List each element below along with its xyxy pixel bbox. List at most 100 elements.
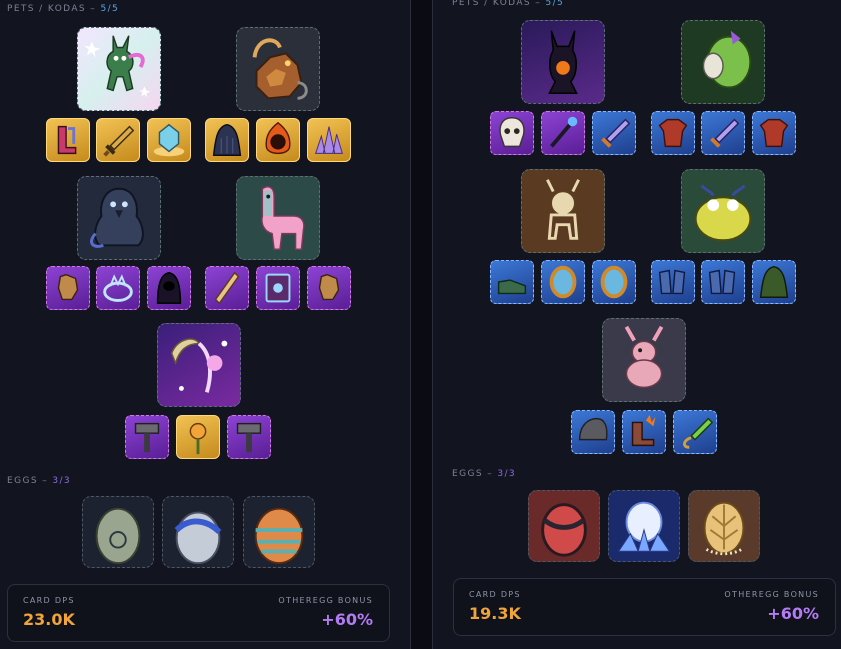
banded-egg-icon <box>254 507 304 565</box>
pet-green-pod-icon <box>702 30 752 89</box>
pet-rock-golem-icon <box>252 38 308 100</box>
item-war-hammers[interactable] <box>125 415 169 459</box>
item-staff[interactable] <box>541 111 585 155</box>
item-fire-boots[interactable] <box>622 410 666 454</box>
item-blue-gauntlets[interactable] <box>651 260 695 304</box>
pets-count: 5/5 <box>545 0 565 8</box>
pet-dark-crow-icon <box>90 187 144 248</box>
otheregg-bonus-label: OTHEREGG BONUS <box>724 590 819 599</box>
item-fire-mask[interactable] <box>256 118 300 162</box>
pet-cosmic-scythe-icon <box>170 338 228 393</box>
item-spellbook[interactable] <box>256 266 300 310</box>
item-mirror-2[interactable] <box>592 260 636 304</box>
pet-dark-crow[interactable] <box>77 176 161 260</box>
item-green-boots[interactable] <box>490 260 534 304</box>
cloak-icon <box>212 123 242 156</box>
egg-orange-banded[interactable] <box>243 496 315 568</box>
panel-divider <box>410 0 433 649</box>
egg-blue-dragon[interactable] <box>162 496 234 568</box>
eggs-label-text: EGGS – <box>452 469 494 479</box>
skull-icon <box>499 117 525 148</box>
ice-egg-icon <box>617 501 671 553</box>
eggs-count: 3/3 <box>497 469 517 479</box>
item-frost-crown[interactable] <box>96 266 140 310</box>
pet-green-koda[interactable] <box>77 27 161 111</box>
hammer-icon <box>134 422 160 453</box>
eggs-count: 3/3 <box>52 476 72 486</box>
item-blue-sword[interactable] <box>592 111 636 155</box>
dragon-egg-icon <box>174 511 222 565</box>
item-blue-sword-2[interactable] <box>701 111 745 155</box>
item-red-armor[interactable] <box>651 111 695 155</box>
armor-icon <box>658 118 688 148</box>
item-flute[interactable] <box>205 266 249 310</box>
pet-skeleton-deer[interactable] <box>521 169 605 253</box>
item-golden-rose[interactable] <box>176 415 220 459</box>
item-crystal-shield[interactable] <box>147 118 191 162</box>
pet-rock-golem[interactable] <box>236 27 320 111</box>
item-amethyst-crystals[interactable] <box>307 118 351 162</box>
pet-pink-deer-icon <box>624 325 664 389</box>
frost-crown-icon <box>103 274 133 302</box>
fire-mask-icon <box>265 121 291 155</box>
gauntlets-icon <box>658 269 686 295</box>
item-green-blade[interactable] <box>673 410 717 454</box>
red-egg-icon <box>541 503 587 557</box>
otheregg-bonus-value: +60% <box>767 604 819 623</box>
pet-green-pod[interactable] <box>681 20 765 104</box>
eggs-section-label: EGGS – 3/3 <box>7 476 71 486</box>
egg-golden-leaf[interactable] <box>688 490 760 562</box>
mirror-icon <box>549 265 577 299</box>
item-skull-mask[interactable] <box>490 111 534 155</box>
item-shadow-hood[interactable] <box>147 266 191 310</box>
card-dps-label: CARD DPS <box>469 590 521 599</box>
boots-icon <box>631 414 656 447</box>
item-mirror[interactable] <box>541 260 585 304</box>
rose-icon <box>189 422 207 455</box>
item-gauntlet[interactable] <box>46 266 90 310</box>
pet-skeleton-deer-icon <box>546 179 580 240</box>
staff-icon <box>550 116 578 148</box>
right-team-panel: PETS / KODAS – 5/5 EGGS – 3/3 CARD DPS 1… <box>432 0 841 649</box>
pet-yellow-frog-icon <box>694 184 752 242</box>
left-stats-panel: CARD DPS 23.0K OTHEREGG BONUS +60% <box>7 584 390 642</box>
item-green-cloak[interactable] <box>752 260 796 304</box>
item-gauntlet-2[interactable] <box>307 266 351 310</box>
shadow-hood-icon <box>156 271 182 304</box>
spellbook-icon <box>265 273 291 303</box>
crystals-icon <box>314 126 344 154</box>
pet-cosmic-scythe[interactable] <box>157 323 241 407</box>
item-sword[interactable] <box>96 118 140 162</box>
eggs-section-label: EGGS – 3/3 <box>452 469 516 479</box>
item-boots[interactable] <box>46 118 90 162</box>
cloak-icon <box>759 265 789 298</box>
item-blue-gauntlets-2[interactable] <box>701 260 745 304</box>
sword-icon <box>103 125 135 157</box>
boots-icon <box>497 279 527 295</box>
pet-pink-llama-icon <box>261 186 305 250</box>
pet-yellow-frog[interactable] <box>681 169 765 253</box>
card-dps-value: 23.0K <box>23 610 75 629</box>
gauntlet-icon <box>318 273 340 301</box>
pet-dark-anubis[interactable] <box>521 20 605 104</box>
item-dark-cloak[interactable] <box>205 118 249 162</box>
pet-pink-deer[interactable] <box>602 318 686 402</box>
card-dps-label: CARD DPS <box>23 596 75 605</box>
eggs-label-text: EGGS – <box>7 476 49 486</box>
sword-icon <box>601 118 631 148</box>
pet-pink-llama[interactable] <box>236 176 320 260</box>
egg-dark-red[interactable] <box>528 490 600 562</box>
item-war-hammers-2[interactable] <box>227 415 271 459</box>
left-team-panel: PETS / KODAS – 5/5 EGGS – 3/3 CARD DPS 2… <box>0 0 410 649</box>
egg-ice-crystal[interactable] <box>608 490 680 562</box>
pets-count: 5/5 <box>100 4 120 14</box>
item-red-armor-2[interactable] <box>752 111 796 155</box>
mirror-icon <box>600 265 628 299</box>
pets-label-text: PETS / KODAS – <box>7 4 97 14</box>
egg-stone-rune[interactable] <box>82 496 154 568</box>
armor-icon <box>759 118 789 148</box>
crystal-shield-icon <box>153 123 185 157</box>
pets-section-label: PETS / KODAS – 5/5 <box>452 0 564 8</box>
pet-dark-anubis-icon <box>548 30 578 94</box>
item-iron-helmet[interactable] <box>571 410 615 454</box>
